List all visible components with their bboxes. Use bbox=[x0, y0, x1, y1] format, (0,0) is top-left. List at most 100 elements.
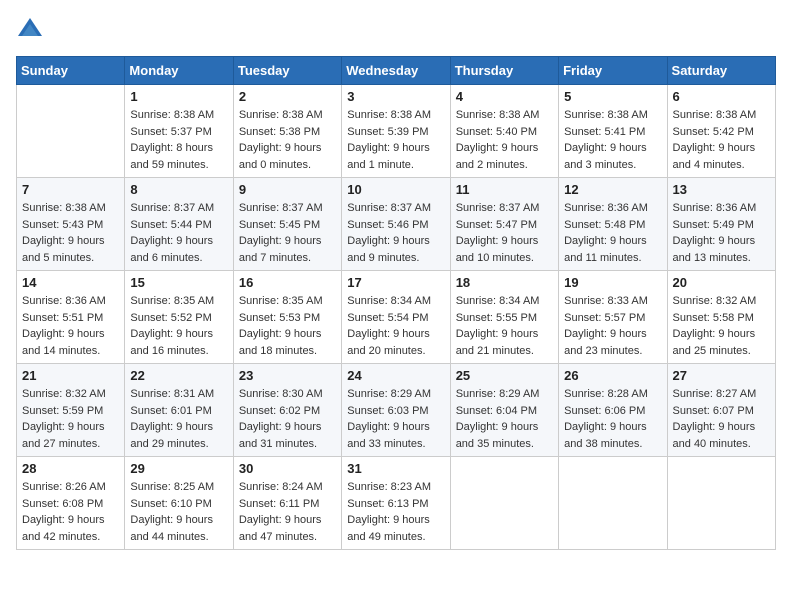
sunrise-text: Sunrise: 8:34 AM bbox=[456, 295, 540, 307]
calendar-cell: 22 Sunrise: 8:31 AM Sunset: 6:01 PM Dayl… bbox=[125, 364, 233, 457]
sunset-text: Sunset: 6:06 PM bbox=[564, 405, 645, 417]
day-number: 3 bbox=[347, 89, 444, 104]
daylight-text: Daylight: 9 hours and 14 minutes. bbox=[22, 328, 105, 357]
logo bbox=[16, 16, 48, 44]
daylight-text: Daylight: 9 hours and 1 minute. bbox=[347, 142, 430, 171]
daylight-text: Daylight: 9 hours and 42 minutes. bbox=[22, 514, 105, 543]
weekday-header-cell: Tuesday bbox=[233, 57, 341, 85]
day-detail: Sunrise: 8:37 AM Sunset: 5:46 PM Dayligh… bbox=[347, 200, 444, 266]
calendar-cell: 25 Sunrise: 8:29 AM Sunset: 6:04 PM Dayl… bbox=[450, 364, 558, 457]
sunset-text: Sunset: 5:39 PM bbox=[347, 126, 428, 138]
sunrise-text: Sunrise: 8:36 AM bbox=[22, 295, 106, 307]
weekday-header-cell: Friday bbox=[559, 57, 667, 85]
day-detail: Sunrise: 8:38 AM Sunset: 5:38 PM Dayligh… bbox=[239, 107, 336, 173]
daylight-text: Daylight: 9 hours and 38 minutes. bbox=[564, 421, 647, 450]
day-detail: Sunrise: 8:32 AM Sunset: 5:58 PM Dayligh… bbox=[673, 293, 770, 359]
daylight-text: Daylight: 9 hours and 2 minutes. bbox=[456, 142, 539, 171]
sunset-text: Sunset: 5:37 PM bbox=[130, 126, 211, 138]
sunrise-text: Sunrise: 8:25 AM bbox=[130, 481, 214, 493]
sunset-text: Sunset: 5:54 PM bbox=[347, 312, 428, 324]
sunrise-text: Sunrise: 8:29 AM bbox=[456, 388, 540, 400]
calendar-cell: 12 Sunrise: 8:36 AM Sunset: 5:48 PM Dayl… bbox=[559, 178, 667, 271]
sunrise-text: Sunrise: 8:26 AM bbox=[22, 481, 106, 493]
day-detail: Sunrise: 8:38 AM Sunset: 5:42 PM Dayligh… bbox=[673, 107, 770, 173]
day-number: 26 bbox=[564, 368, 661, 383]
daylight-text: Daylight: 9 hours and 4 minutes. bbox=[673, 142, 756, 171]
daylight-text: Daylight: 9 hours and 29 minutes. bbox=[130, 421, 213, 450]
calendar-week-row: 28 Sunrise: 8:26 AM Sunset: 6:08 PM Dayl… bbox=[17, 457, 776, 550]
calendar-cell bbox=[559, 457, 667, 550]
calendar-cell: 13 Sunrise: 8:36 AM Sunset: 5:49 PM Dayl… bbox=[667, 178, 775, 271]
day-detail: Sunrise: 8:33 AM Sunset: 5:57 PM Dayligh… bbox=[564, 293, 661, 359]
calendar-cell: 9 Sunrise: 8:37 AM Sunset: 5:45 PM Dayli… bbox=[233, 178, 341, 271]
daylight-text: Daylight: 9 hours and 35 minutes. bbox=[456, 421, 539, 450]
day-detail: Sunrise: 8:37 AM Sunset: 5:45 PM Dayligh… bbox=[239, 200, 336, 266]
day-number: 29 bbox=[130, 461, 227, 476]
calendar-cell: 15 Sunrise: 8:35 AM Sunset: 5:52 PM Dayl… bbox=[125, 271, 233, 364]
sunset-text: Sunset: 5:43 PM bbox=[22, 219, 103, 231]
daylight-text: Daylight: 9 hours and 40 minutes. bbox=[673, 421, 756, 450]
day-number: 17 bbox=[347, 275, 444, 290]
day-detail: Sunrise: 8:26 AM Sunset: 6:08 PM Dayligh… bbox=[22, 479, 119, 545]
sunset-text: Sunset: 5:52 PM bbox=[130, 312, 211, 324]
calendar-cell bbox=[667, 457, 775, 550]
sunrise-text: Sunrise: 8:23 AM bbox=[347, 481, 431, 493]
day-detail: Sunrise: 8:32 AM Sunset: 5:59 PM Dayligh… bbox=[22, 386, 119, 452]
day-number: 2 bbox=[239, 89, 336, 104]
sunset-text: Sunset: 5:58 PM bbox=[673, 312, 754, 324]
daylight-text: Daylight: 9 hours and 21 minutes. bbox=[456, 328, 539, 357]
calendar-cell: 31 Sunrise: 8:23 AM Sunset: 6:13 PM Dayl… bbox=[342, 457, 450, 550]
daylight-text: Daylight: 9 hours and 25 minutes. bbox=[673, 328, 756, 357]
sunset-text: Sunset: 5:44 PM bbox=[130, 219, 211, 231]
day-number: 25 bbox=[456, 368, 553, 383]
sunrise-text: Sunrise: 8:38 AM bbox=[347, 109, 431, 121]
sunset-text: Sunset: 5:55 PM bbox=[456, 312, 537, 324]
day-number: 6 bbox=[673, 89, 770, 104]
calendar-cell: 20 Sunrise: 8:32 AM Sunset: 5:58 PM Dayl… bbox=[667, 271, 775, 364]
day-number: 20 bbox=[673, 275, 770, 290]
daylight-text: Daylight: 8 hours and 59 minutes. bbox=[130, 142, 213, 171]
weekday-header-cell: Monday bbox=[125, 57, 233, 85]
sunrise-text: Sunrise: 8:29 AM bbox=[347, 388, 431, 400]
sunrise-text: Sunrise: 8:24 AM bbox=[239, 481, 323, 493]
calendar-cell: 30 Sunrise: 8:24 AM Sunset: 6:11 PM Dayl… bbox=[233, 457, 341, 550]
sunrise-text: Sunrise: 8:38 AM bbox=[22, 202, 106, 214]
daylight-text: Daylight: 9 hours and 5 minutes. bbox=[22, 235, 105, 264]
day-detail: Sunrise: 8:25 AM Sunset: 6:10 PM Dayligh… bbox=[130, 479, 227, 545]
day-detail: Sunrise: 8:34 AM Sunset: 5:54 PM Dayligh… bbox=[347, 293, 444, 359]
sunrise-text: Sunrise: 8:27 AM bbox=[673, 388, 757, 400]
day-detail: Sunrise: 8:23 AM Sunset: 6:13 PM Dayligh… bbox=[347, 479, 444, 545]
day-detail: Sunrise: 8:24 AM Sunset: 6:11 PM Dayligh… bbox=[239, 479, 336, 545]
sunset-text: Sunset: 5:45 PM bbox=[239, 219, 320, 231]
day-number: 21 bbox=[22, 368, 119, 383]
daylight-text: Daylight: 9 hours and 16 minutes. bbox=[130, 328, 213, 357]
weekday-header-cell: Thursday bbox=[450, 57, 558, 85]
day-number: 27 bbox=[673, 368, 770, 383]
day-number: 8 bbox=[130, 182, 227, 197]
day-detail: Sunrise: 8:35 AM Sunset: 5:52 PM Dayligh… bbox=[130, 293, 227, 359]
day-number: 30 bbox=[239, 461, 336, 476]
calendar-cell: 7 Sunrise: 8:38 AM Sunset: 5:43 PM Dayli… bbox=[17, 178, 125, 271]
calendar-cell: 21 Sunrise: 8:32 AM Sunset: 5:59 PM Dayl… bbox=[17, 364, 125, 457]
day-detail: Sunrise: 8:38 AM Sunset: 5:39 PM Dayligh… bbox=[347, 107, 444, 173]
sunrise-text: Sunrise: 8:32 AM bbox=[22, 388, 106, 400]
sunrise-text: Sunrise: 8:36 AM bbox=[673, 202, 757, 214]
sunrise-text: Sunrise: 8:30 AM bbox=[239, 388, 323, 400]
calendar-cell: 4 Sunrise: 8:38 AM Sunset: 5:40 PM Dayli… bbox=[450, 85, 558, 178]
calendar-cell: 28 Sunrise: 8:26 AM Sunset: 6:08 PM Dayl… bbox=[17, 457, 125, 550]
sunrise-text: Sunrise: 8:38 AM bbox=[130, 109, 214, 121]
sunrise-text: Sunrise: 8:38 AM bbox=[456, 109, 540, 121]
sunrise-text: Sunrise: 8:35 AM bbox=[130, 295, 214, 307]
calendar-cell: 17 Sunrise: 8:34 AM Sunset: 5:54 PM Dayl… bbox=[342, 271, 450, 364]
sunset-text: Sunset: 5:57 PM bbox=[564, 312, 645, 324]
daylight-text: Daylight: 9 hours and 18 minutes. bbox=[239, 328, 322, 357]
day-number: 15 bbox=[130, 275, 227, 290]
sunset-text: Sunset: 6:08 PM bbox=[22, 498, 103, 510]
daylight-text: Daylight: 9 hours and 23 minutes. bbox=[564, 328, 647, 357]
calendar-cell: 5 Sunrise: 8:38 AM Sunset: 5:41 PM Dayli… bbox=[559, 85, 667, 178]
day-number: 16 bbox=[239, 275, 336, 290]
sunrise-text: Sunrise: 8:36 AM bbox=[564, 202, 648, 214]
day-detail: Sunrise: 8:38 AM Sunset: 5:37 PM Dayligh… bbox=[130, 107, 227, 173]
day-detail: Sunrise: 8:35 AM Sunset: 5:53 PM Dayligh… bbox=[239, 293, 336, 359]
day-number: 4 bbox=[456, 89, 553, 104]
